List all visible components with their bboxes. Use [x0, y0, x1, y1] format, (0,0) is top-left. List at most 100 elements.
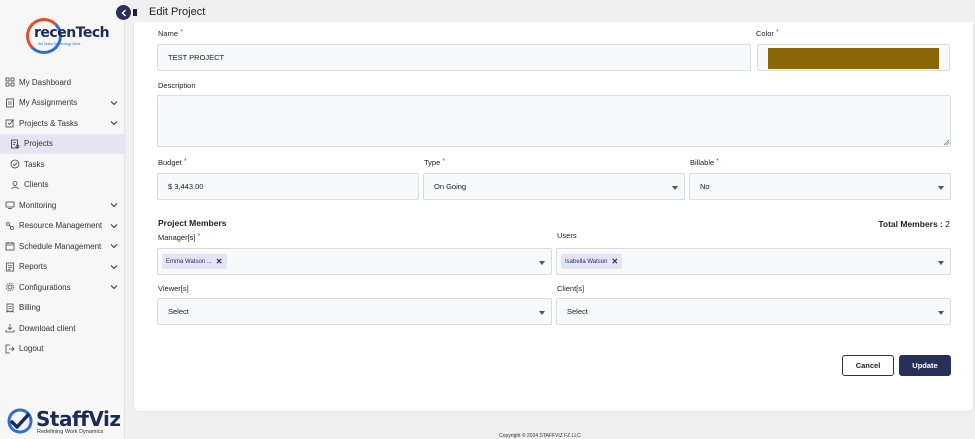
logo-wordmark: recenTech: [34, 25, 110, 41]
sidebar-collapse-button[interactable]: [116, 5, 131, 20]
user-chip[interactable]: Isabella Watson ✕: [561, 254, 623, 269]
caret-down-icon: [938, 310, 944, 315]
project-members-title: Project Members: [158, 218, 227, 228]
budget-input[interactable]: $ 3,443.00: [157, 173, 419, 200]
sidebar-item-logout[interactable]: Logout: [0, 339, 125, 360]
sidebar-item-label: Monitoring: [19, 200, 57, 210]
billable-label: Billable *: [690, 158, 720, 167]
remove-chip-icon[interactable]: ✕: [611, 257, 618, 266]
staffviz-logo-icon: [7, 408, 33, 434]
sidebar-item-schedule-management[interactable]: Schedule Management: [0, 236, 125, 257]
sidebar-item-label: Projects & Tasks: [19, 118, 78, 128]
remove-chip-icon[interactable]: ✕: [216, 257, 223, 266]
sidebar-item-label: My Dashboard: [19, 77, 72, 87]
chevron-down-icon: [110, 244, 118, 249]
sidebar: recenTech We Make Technology Work My Das…: [0, 0, 125, 439]
total-members: Total Members : 2: [878, 219, 950, 229]
color-swatch: [768, 48, 939, 69]
sidebar-item-label: Configurations: [19, 282, 71, 292]
caret-down-icon: [938, 185, 944, 190]
dashboard-icon: [5, 77, 15, 87]
assignments-icon: [5, 98, 15, 108]
chevron-down-icon: [110, 203, 118, 208]
sidebar-nav: My Dashboard My Assignments Projects & T…: [0, 72, 125, 359]
sidebar-item-label: My Assignments: [19, 98, 78, 108]
billable-select[interactable]: No: [689, 173, 951, 200]
type-label: Type *: [424, 158, 446, 167]
caret-down-icon: [938, 260, 944, 265]
managers-select[interactable]: Emma Watson ... ✕: [157, 248, 552, 275]
cancel-button[interactable]: Cancel: [842, 355, 894, 376]
reports-icon: [5, 262, 15, 272]
monitoring-icon: [5, 200, 15, 210]
sidebar-item-label: Schedule Management: [19, 241, 102, 251]
users-select[interactable]: Isabella Watson ✕: [556, 248, 951, 275]
chevron-down-icon: [110, 264, 118, 269]
sidebar-item-label: Billing: [19, 303, 41, 313]
users-label: Users: [557, 231, 577, 240]
sidebar-item-reports[interactable]: Reports: [0, 257, 125, 278]
sidebar-item-label: Projects: [24, 139, 53, 149]
sidebar-item-projects[interactable]: Projects: [0, 133, 125, 154]
billing-icon: [5, 303, 15, 313]
name-input[interactable]: TEST PROJECT: [157, 44, 751, 71]
sidebar-item-clients[interactable]: Clients: [0, 175, 125, 196]
drag-handle-icon: [133, 9, 137, 16]
budget-label: Budget *: [158, 158, 187, 167]
sidebar-item-label: Tasks: [24, 159, 45, 169]
edit-project-form: Name * TEST PROJECT Color * Description …: [133, 22, 974, 412]
chevron-down-icon: [110, 100, 118, 105]
caret-down-icon: [539, 310, 545, 315]
sidebar-item-projects-tasks[interactable]: Projects & Tasks: [0, 113, 125, 134]
managers-label: Manager[s] *: [158, 233, 201, 242]
update-button[interactable]: Update: [899, 355, 951, 376]
sidebar-item-label: Reports: [19, 262, 48, 272]
description-label: Description: [158, 81, 196, 90]
sidebar-item-configurations[interactable]: Configurations: [0, 277, 125, 298]
chevron-down-icon: [110, 285, 118, 290]
chevron-left-icon: [121, 9, 126, 16]
recentech-logo[interactable]: recenTech We Make Technology Work: [26, 18, 110, 54]
manager-chip[interactable]: Emma Watson ... ✕: [162, 254, 227, 269]
page-title: Edit Project: [149, 6, 206, 18]
sidebar-item-my-assignments[interactable]: My Assignments: [0, 93, 125, 114]
staffviz-tagline: Redefining Work Dynamics: [37, 429, 104, 435]
clients-select[interactable]: Select: [556, 298, 951, 325]
clients-label: Client[s]: [557, 284, 585, 293]
staffviz-wordmark: StaffViz: [36, 407, 121, 431]
sidebar-item-download-client[interactable]: Download client: [0, 318, 125, 339]
sidebar-item-resource-management[interactable]: Resource Management: [0, 216, 125, 237]
tasks-icon: [10, 159, 20, 169]
sidebar-item-label: Resource Management: [19, 221, 103, 231]
sidebar-item-tasks[interactable]: Tasks: [0, 154, 125, 175]
viewers-select[interactable]: Select: [157, 298, 552, 325]
sidebar-item-label: Download client: [19, 323, 76, 333]
caret-down-icon: [672, 185, 678, 190]
viewers-label: Viewer[s]: [158, 284, 189, 293]
sidebar-item-label: Clients: [24, 180, 49, 190]
logout-icon: [5, 344, 15, 354]
projects-tasks-icon: [5, 118, 15, 128]
staffviz-logo[interactable]: StaffViz Redefining Work Dynamics: [6, 405, 121, 437]
logo-tagline: We Make Technology Work: [38, 42, 81, 46]
sidebar-item-monitoring[interactable]: Monitoring: [0, 195, 125, 216]
caret-down-icon: [539, 260, 545, 265]
sidebar-item-label: Logout: [19, 344, 44, 354]
name-label: Name *: [158, 29, 183, 38]
chevron-down-icon: [110, 121, 118, 126]
sidebar-item-my-dashboard[interactable]: My Dashboard: [0, 72, 125, 93]
chevron-down-icon: [110, 223, 118, 228]
gear-icon: [5, 282, 15, 292]
copyright-text: Copyright © 2024 STAFFVIZ FZ LLC: [499, 433, 581, 439]
resource-icon: [5, 221, 15, 231]
color-picker[interactable]: [757, 44, 950, 71]
description-textarea[interactable]: [157, 95, 951, 147]
projects-icon: [10, 139, 20, 149]
sidebar-item-billing[interactable]: Billing: [0, 298, 125, 319]
download-icon: [5, 323, 15, 333]
schedule-icon: [5, 241, 15, 251]
color-label: Color *: [756, 29, 779, 38]
resize-handle-icon[interactable]: [943, 139, 949, 145]
type-select[interactable]: On Going: [423, 173, 685, 200]
clients-icon: [10, 180, 20, 190]
